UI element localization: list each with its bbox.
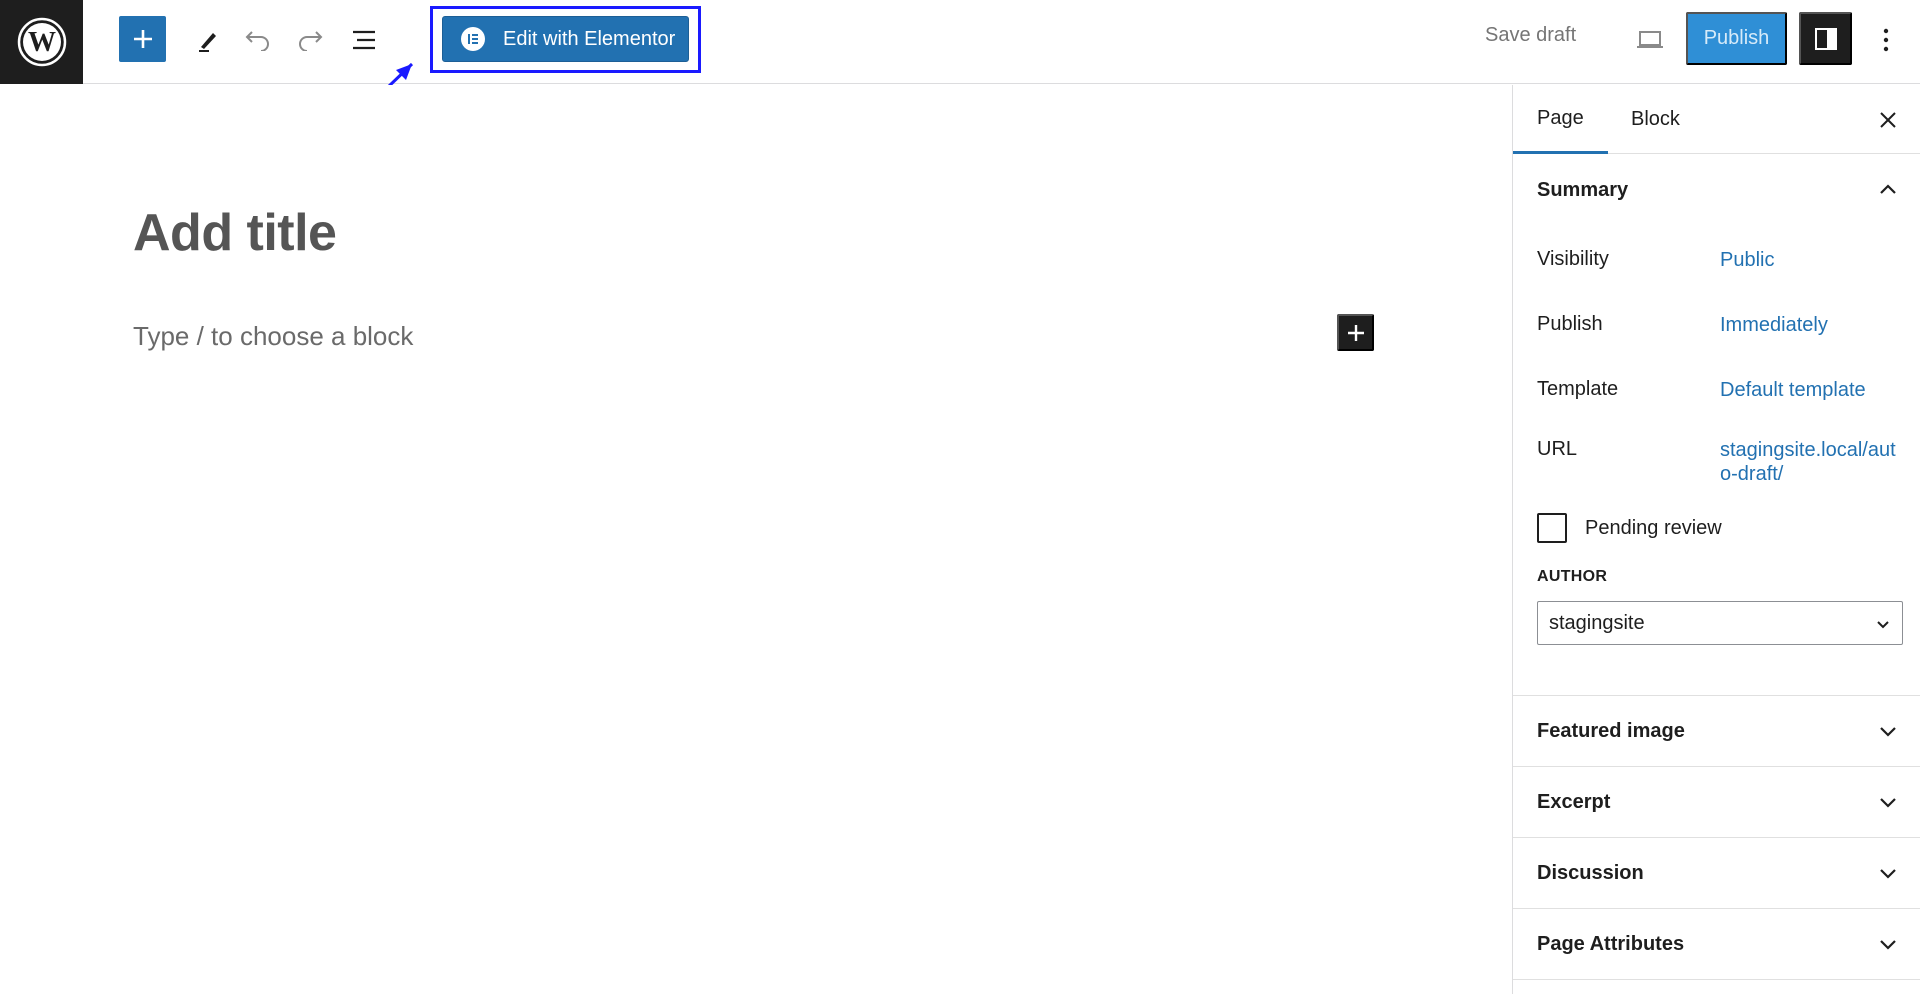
elementor-logo-icon — [461, 27, 485, 51]
options-button[interactable] — [1866, 20, 1906, 60]
plus-icon — [1347, 324, 1364, 341]
featured-image-title: Featured image — [1537, 719, 1685, 742]
undo-icon — [245, 31, 269, 51]
preview-button[interactable] — [1630, 20, 1670, 60]
url-value-link[interactable]: stagingsite.local/auto-draft/ — [1720, 438, 1896, 486]
editor-header: W Edit with Elementor Save draft Publish — [0, 0, 1920, 84]
settings-sidebar: Page Block Summary Visibility Public Pub… — [1512, 85, 1920, 994]
panel-divider — [1513, 979, 1920, 980]
publish-value-link[interactable]: Immediately — [1720, 313, 1828, 337]
tab-page[interactable]: Page — [1513, 85, 1608, 154]
author-select-value: stagingsite — [1549, 611, 1645, 634]
author-select[interactable]: stagingsite — [1537, 601, 1903, 645]
pending-review-row: Pending review — [1537, 513, 1722, 543]
chevron-down-icon — [1880, 869, 1896, 879]
discussion-title: Discussion — [1537, 861, 1644, 884]
template-value-link[interactable]: Default template — [1720, 378, 1866, 402]
list-view-button[interactable] — [344, 20, 384, 60]
pencil-icon — [199, 33, 216, 52]
discussion-panel-header[interactable]: Discussion — [1513, 838, 1920, 908]
page-attributes-panel-header[interactable]: Page Attributes — [1513, 909, 1920, 979]
inline-add-block-button[interactable] — [1337, 314, 1374, 351]
pending-review-label: Pending review — [1585, 516, 1722, 539]
edit-with-elementor-label: Edit with Elementor — [503, 27, 676, 50]
close-sidebar-button[interactable] — [1873, 105, 1903, 135]
list-view-icon — [353, 30, 375, 50]
plus-icon — [133, 30, 152, 48]
redo-button[interactable] — [290, 20, 330, 60]
visibility-value-link[interactable]: Public — [1720, 248, 1774, 272]
featured-image-panel-header[interactable]: Featured image — [1513, 696, 1920, 766]
excerpt-panel-header[interactable]: Excerpt — [1513, 767, 1920, 837]
excerpt-title: Excerpt — [1537, 790, 1611, 813]
chevron-down-icon — [1880, 798, 1896, 808]
settings-toggle-button[interactable] — [1799, 12, 1852, 65]
more-vertical-icon — [1883, 28, 1889, 52]
editor-canvas[interactable]: Add title Type / to choose a block — [0, 85, 1512, 994]
block-placeholder[interactable]: Type / to choose a block — [133, 321, 413, 352]
svg-text:W: W — [28, 27, 56, 58]
page-attributes-title: Page Attributes — [1537, 932, 1685, 955]
pending-review-checkbox[interactable] — [1537, 513, 1567, 543]
redo-icon — [299, 31, 323, 51]
summary-title: Summary — [1537, 178, 1629, 201]
author-label: AUTHOR — [1537, 568, 1608, 585]
undo-button[interactable] — [238, 20, 278, 60]
edit-with-elementor-button[interactable]: Edit with Elementor — [442, 16, 689, 62]
chevron-up-icon — [1880, 184, 1896, 194]
post-title-input[interactable]: Add title — [133, 203, 337, 263]
template-label: Template — [1537, 378, 1619, 400]
tools-button[interactable] — [188, 20, 228, 60]
sidebar-tabs: Page Block — [1513, 85, 1920, 154]
summary-panel-header[interactable]: Summary — [1513, 154, 1920, 226]
close-icon — [1880, 112, 1896, 128]
publish-button[interactable]: Publish — [1686, 12, 1787, 65]
add-block-button[interactable] — [119, 16, 166, 62]
publish-label: Publish — [1537, 313, 1603, 335]
url-label: URL — [1537, 438, 1578, 460]
chevron-down-icon — [1880, 727, 1896, 737]
chevron-down-icon — [1877, 621, 1889, 629]
laptop-icon — [1637, 31, 1663, 48]
chevron-down-icon — [1880, 940, 1896, 950]
sidebar-toggle-icon — [1814, 27, 1837, 50]
wordpress-logo-button[interactable]: W — [0, 0, 83, 84]
elementor-highlight-box: Edit with Elementor — [430, 6, 701, 73]
visibility-label: Visibility — [1537, 248, 1609, 270]
wordpress-logo-icon: W — [17, 17, 66, 67]
tab-block[interactable]: Block — [1607, 85, 1704, 154]
save-draft-button[interactable]: Save draft — [1485, 24, 1576, 47]
